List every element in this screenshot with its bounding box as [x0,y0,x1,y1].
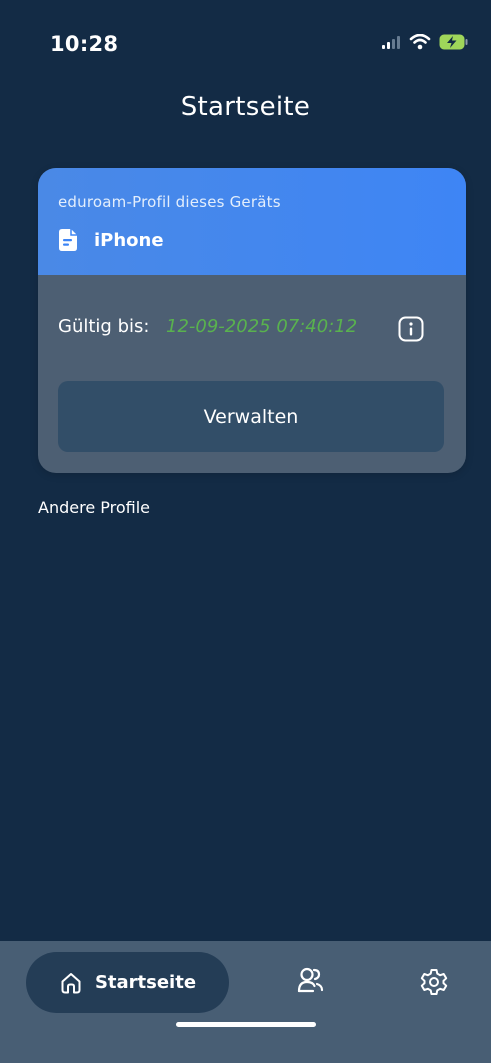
current-profile-card: eduroam-Profil dieses Geräts iPhone Gült… [38,168,466,473]
profile-card-subtitle: eduroam-Profil dieses Geräts [58,193,281,211]
profile-card-header: eduroam-Profil dieses Geräts iPhone [38,168,466,275]
device-name: iPhone [94,229,164,251]
battery-charging-icon [439,34,468,50]
wifi-icon [409,34,431,50]
tab-home-label: Startseite [94,972,197,993]
validity-date: 12-09-2025 07:40:12 [166,316,358,337]
signal-icon [382,36,400,49]
tab-bar: Startseite [0,941,491,1063]
home-indicator [176,1022,316,1027]
page-title: Startseite [180,92,311,122]
device-row: iPhone [58,228,164,252]
profiles-icon[interactable] [296,966,326,996]
settings-icon[interactable] [420,968,448,996]
home-icon [61,972,81,993]
status-time: 10:28 [50,32,119,56]
other-profiles-label: Andere Profile [38,498,150,517]
manage-button[interactable]: Verwalten [58,381,444,452]
info-icon[interactable] [398,316,424,342]
document-icon [59,229,77,251]
status-bar: 10:28 [0,0,491,80]
status-icons [381,34,469,50]
tab-home[interactable]: Startseite [26,952,229,1013]
validity-label: Gültig bis: [58,316,150,337]
